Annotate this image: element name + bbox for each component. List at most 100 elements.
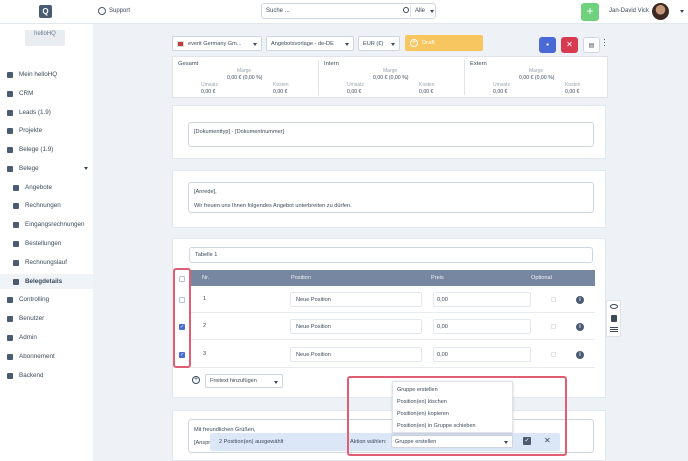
sidebar-item-belegdetails[interactable]: Belegdetails xyxy=(0,274,93,289)
support-link[interactable]: Support xyxy=(98,7,130,15)
menu-item-loeschen[interactable]: Position(en) löschen xyxy=(397,399,447,405)
marge-value: 0,00 € (0,00 %) xyxy=(519,75,555,81)
table-header: Nr. Position Preis Optional xyxy=(189,270,595,286)
table-row[interactable]: 1 Neue Position 0,00 i xyxy=(189,287,595,313)
position-input[interactable]: Neue Position xyxy=(290,347,422,362)
info-icon[interactable]: i xyxy=(576,351,584,359)
documents-icon xyxy=(7,146,13,153)
sidebar-item-eingangsrechnungen[interactable]: Eingangsrechnungen xyxy=(0,217,93,232)
backend-icon xyxy=(7,372,13,379)
info-icon[interactable]: i xyxy=(576,323,584,331)
trash-icon[interactable] xyxy=(611,315,617,322)
sidebar-item-admin[interactable]: Admin xyxy=(0,330,93,345)
summary-title: Intern xyxy=(324,61,339,67)
menu-item-in-gruppe-schieben[interactable]: Position(en) in Gruppe schieben xyxy=(397,423,476,429)
add-row-icon[interactable]: + xyxy=(192,376,200,384)
menu-item-gruppe-erstellen[interactable]: Gruppe erstellen xyxy=(397,387,438,393)
top-bar: Q Support Suche ... Alle + Jan-David Vic… xyxy=(0,0,688,24)
umsatz-label: Umsatz xyxy=(347,82,364,88)
app-logo[interactable]: Q xyxy=(39,5,52,18)
invoices-icon xyxy=(13,202,19,209)
search-input[interactable]: Suche ... xyxy=(266,8,290,14)
row-checkbox[interactable] xyxy=(179,297,185,303)
kosten-value: 0,00 € xyxy=(273,89,288,95)
offers-icon xyxy=(13,184,19,191)
document-title-field[interactable]: [Dokumenttyp] - [Dokumentnummer] xyxy=(188,122,594,147)
sidebar-item-abonnement[interactable]: Abonnement xyxy=(0,349,93,364)
marge-label: Marge xyxy=(237,68,252,74)
search-icon[interactable] xyxy=(403,7,409,13)
price-input[interactable]: 0,00 xyxy=(433,347,531,362)
search-box[interactable]: Suche ... Alle xyxy=(261,3,436,19)
sidebar-item-label: Abonnement xyxy=(19,353,55,360)
position-input[interactable]: Neue Position xyxy=(290,292,422,307)
sidebar-item-belege-count[interactable]: Belege (1.9) xyxy=(0,142,93,157)
sidebar-item-crm[interactable]: CRM xyxy=(0,86,93,101)
select-all-checkbox[interactable] xyxy=(179,276,185,282)
row-number: 2 xyxy=(203,323,207,329)
sidebar-item-mein-hellohq[interactable]: Mein helloHQ xyxy=(0,67,93,82)
table-row[interactable]: 2 Neue Position 0,00 i xyxy=(189,314,595,340)
sidebar-item-belege[interactable]: Belege xyxy=(0,161,93,176)
sidebar-item-backend[interactable]: Backend xyxy=(0,368,93,383)
save-icon: ▪ xyxy=(546,40,549,49)
template-value: Angebotsvorlage - de-DE xyxy=(271,40,334,47)
sidebar-item-controlling[interactable]: Controlling xyxy=(0,292,93,307)
kosten-value: 0,00 € xyxy=(419,89,434,95)
position-input[interactable]: Neue Position xyxy=(290,319,422,334)
reorder-icon[interactable] xyxy=(610,327,618,328)
controlling-icon xyxy=(7,296,13,303)
comment-button[interactable]: ▤ xyxy=(583,37,600,53)
user-name[interactable]: Jan-David Vick xyxy=(609,8,649,14)
add-button[interactable]: + xyxy=(581,3,599,21)
kosten-value: 0,00 € xyxy=(565,89,580,95)
sidebar-item-benutzer[interactable]: Benutzer xyxy=(0,311,93,326)
umsatz-value: 0,00 € xyxy=(347,89,362,95)
currency-select[interactable]: EUR (€) xyxy=(358,36,400,51)
chevron-down-icon xyxy=(274,381,278,384)
template-select[interactable]: Angebotsvorlage - de-DE xyxy=(266,36,354,51)
avatar[interactable] xyxy=(652,3,669,20)
sidebar-item-label: Leads (1.9) xyxy=(19,109,51,116)
save-button[interactable]: ▪ xyxy=(539,37,556,53)
table-name-field[interactable]: Tabelle 1 xyxy=(189,247,593,263)
sidebar-item-rechnungen[interactable]: Rechnungen xyxy=(0,198,93,213)
intro-text-field[interactable]: [Anrede], Wir freuen uns Ihnen folgendes… xyxy=(188,182,594,213)
optional-checkbox[interactable] xyxy=(551,324,556,329)
price-input[interactable]: 0,00 xyxy=(433,292,531,307)
column-header-position: Position xyxy=(291,275,311,281)
plus-circle-icon: + xyxy=(410,39,418,47)
status-button[interactable]: + Draft xyxy=(405,35,483,51)
chevron-down-icon xyxy=(345,43,349,46)
status-label: Draft xyxy=(422,40,435,46)
more-options-icon[interactable]: · · · xyxy=(603,35,606,50)
selection-count: 2 Position(en) ausgewählt xyxy=(219,439,284,445)
company-select[interactable]: everit Germany Gm... xyxy=(172,36,262,51)
table-row[interactable]: 3 Neue Position 0,00 i xyxy=(189,342,595,368)
sidebar-item-angebote[interactable]: Angebote xyxy=(0,180,93,195)
sidebar-item-projekte[interactable]: Projekte xyxy=(0,123,93,138)
sidebar-item-leads[interactable]: Leads (1.9) xyxy=(0,105,93,120)
info-icon[interactable]: i xyxy=(576,296,584,304)
sidebar-item-bestellungen[interactable]: Bestellungen xyxy=(0,236,93,251)
summary-intern: Intern Marge 0,00 € (0,00 %) Umsatz 0,00… xyxy=(319,57,464,97)
search-scope[interactable]: Alle xyxy=(415,8,425,14)
cancel-button[interactable]: ✕ xyxy=(561,37,578,53)
umsatz-label: Umsatz xyxy=(201,82,218,88)
row-checkbox[interactable]: ✓ xyxy=(179,352,185,358)
currency-value: EUR (€) xyxy=(363,40,384,47)
optional-checkbox[interactable] xyxy=(551,297,556,302)
price-input[interactable]: 0,00 xyxy=(433,319,531,334)
menu-item-kopieren[interactable]: Position(en) kopieren xyxy=(397,411,449,417)
sidebar-item-label: Controlling xyxy=(19,296,50,303)
eye-icon[interactable] xyxy=(610,304,618,309)
crm-icon xyxy=(7,90,13,97)
optional-checkbox[interactable] xyxy=(551,352,556,357)
row-checkbox[interactable]: ✓ xyxy=(179,324,185,330)
summary-title: Extern xyxy=(470,61,487,67)
sidebar-item-rechnungslauf[interactable]: Rechnungslauf xyxy=(0,255,93,270)
umsatz-value: 0,00 € xyxy=(493,89,508,95)
marge-label: Marge xyxy=(383,68,398,74)
add-freitext-select[interactable]: Freitext hinzufügen xyxy=(205,374,283,388)
user-menu-chevron-icon[interactable] xyxy=(680,10,684,13)
